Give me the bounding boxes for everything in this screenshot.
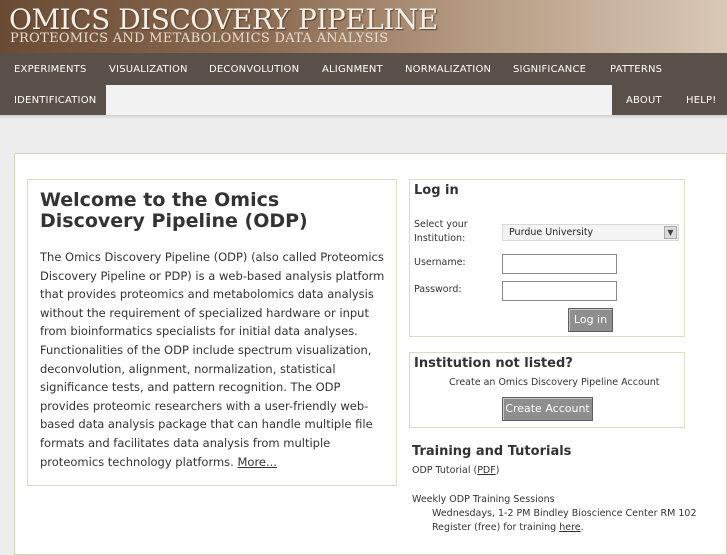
welcome-text: The Omics Discovery Pipeline (ODP) (also… — [40, 248, 388, 471]
nav-shadow — [0, 115, 727, 119]
nav-significance[interactable]: SIGNIFICANCE — [513, 64, 586, 75]
nav-alignment[interactable]: ALIGNMENT — [322, 64, 383, 75]
username-field[interactable] — [502, 254, 617, 274]
nav-experiments[interactable]: EXPERIMENTS — [14, 64, 87, 75]
welcome-body: The Omics Discovery Pipeline (ODP) (also… — [40, 250, 385, 469]
username-label: Username: — [414, 257, 466, 268]
nav-help[interactable]: HELP! — [686, 95, 716, 106]
more-link[interactable]: More... — [237, 455, 276, 469]
main-nav: EXPERIMENTS VISUALIZATION DECONVOLUTION … — [0, 53, 727, 115]
register-line: Register (free) for training here. — [432, 522, 584, 533]
tutorial-label: ODP Tutorial ( — [412, 465, 478, 476]
tutorial-suffix: ) — [495, 465, 500, 476]
site-banner: OMICS DISCOVERY PIPELINE PROTEOMICS AND … — [0, 0, 727, 53]
tutorial-pdf-link[interactable]: PDF — [477, 465, 496, 476]
create-account-text: Create an Omics Discovery Pipeline Accou… — [449, 377, 660, 388]
nav-normalization[interactable]: NORMALIZATION — [405, 64, 491, 75]
sessions-time: Wednesdays, 1-2 PM Bindley Bioscience Ce… — [432, 508, 697, 519]
institution-select[interactable]: Purdue University ▼ — [502, 224, 679, 241]
nav-identification[interactable]: IDENTIFICATION — [14, 95, 96, 106]
tutorial-line: ODP Tutorial (PDF) — [412, 465, 499, 476]
institution-label: Select your Institution: — [414, 219, 468, 244]
training-title: Training and Tutorials — [412, 444, 572, 459]
welcome-heading: Welcome to the Omics Discovery Pipeline … — [40, 189, 308, 232]
password-field[interactable] — [502, 281, 617, 301]
register-link[interactable]: here — [559, 522, 580, 533]
welcome-panel: Welcome to the Omics Discovery Pipeline … — [27, 179, 397, 486]
chevron-down-icon[interactable]: ▼ — [664, 226, 677, 239]
nav-visualization[interactable]: VISUALIZATION — [109, 64, 188, 75]
password-label: Password: — [414, 284, 462, 295]
site-subtitle: PROTEOMICS AND METABOLOMICS DATA ANALYSI… — [10, 31, 389, 46]
login-title: Log in — [414, 183, 459, 198]
register-suffix: . — [580, 522, 584, 533]
create-account-button[interactable]: Create Account — [502, 397, 593, 421]
login-button[interactable]: Log in — [568, 308, 613, 332]
nav-patterns[interactable]: PATTERNS — [610, 64, 662, 75]
nav-deconvolution[interactable]: DECONVOLUTION — [209, 64, 299, 75]
sessions-title: Weekly ODP Training Sessions — [412, 494, 555, 505]
nav-spacer — [106, 85, 612, 115]
nav-about[interactable]: ABOUT — [626, 95, 662, 106]
institution-title: Institution not listed? — [414, 356, 573, 371]
institution-selected: Purdue University — [509, 227, 594, 238]
register-label: Register (free) for training — [432, 522, 560, 533]
